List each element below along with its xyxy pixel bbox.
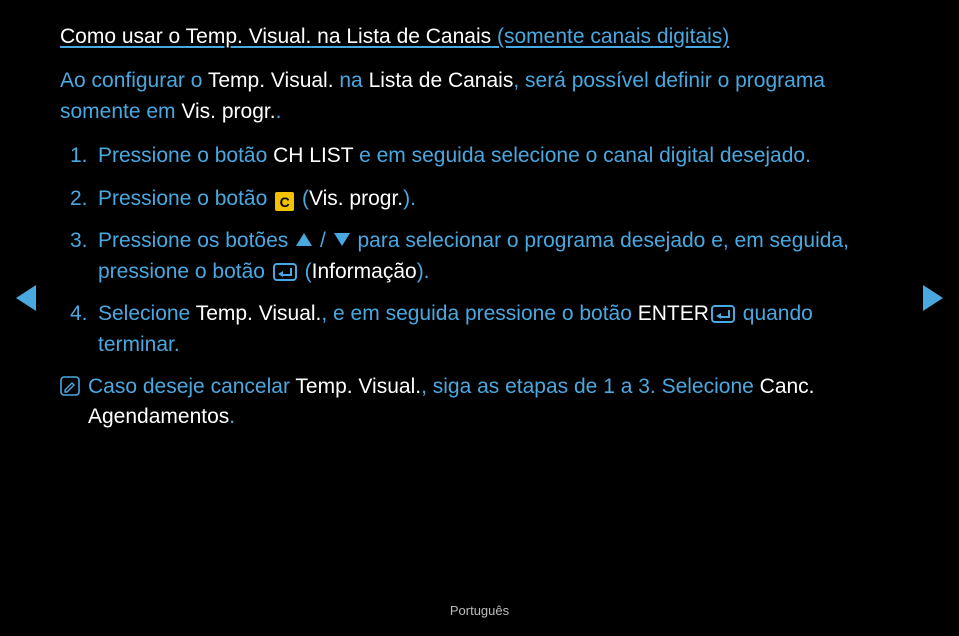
text: Pressione o botão xyxy=(98,187,273,210)
title-text-5: (somente canais digitais) xyxy=(491,25,729,48)
intro-t1: Ao configurar o xyxy=(60,69,208,92)
title-text-4: Lista de Canais xyxy=(346,25,491,48)
slash: / xyxy=(314,229,332,252)
item-body: Pressione os botões / para selecionar o … xyxy=(98,226,899,287)
text-bold: CH LIST xyxy=(273,144,353,167)
text: e em seguida selecione o canal digital d… xyxy=(353,144,811,167)
footer-language-label: Português xyxy=(0,603,959,618)
text: Pressione os botões xyxy=(98,229,294,252)
item-body: Pressione o botão CH LIST e em seguida s… xyxy=(98,141,899,171)
list-item: 4. Selecione Temp. Visual., e em seguida… xyxy=(70,299,899,360)
list-item: 3. Pressione os botões / para selecionar… xyxy=(70,226,899,287)
intro-period: . xyxy=(276,100,282,123)
content-area: Como usar o Temp. Visual. na Lista de Ca… xyxy=(0,0,959,433)
enter-button-icon xyxy=(273,263,297,281)
text: Caso deseje cancelar xyxy=(88,375,295,398)
text-bold: Temp. Visual. xyxy=(196,302,322,325)
text: ( xyxy=(299,260,312,283)
page-title: Como usar o Temp. Visual. na Lista de Ca… xyxy=(60,22,899,52)
text-bold: Vis. progr. xyxy=(309,187,403,210)
text: ( xyxy=(296,187,309,210)
note-body: Caso deseje cancelar Temp. Visual., siga… xyxy=(88,372,899,433)
intro-t4: Lista de Canais xyxy=(369,69,514,92)
text: ). xyxy=(417,260,430,283)
text: , e em seguida pressione o botão xyxy=(321,302,637,325)
yellow-c-button-icon: C xyxy=(275,192,294,211)
intro-t6: Vis. progr. xyxy=(181,100,275,123)
note-paragraph: Caso deseje cancelar Temp. Visual., siga… xyxy=(60,372,899,433)
title-text-3: na xyxy=(311,25,346,48)
nav-prev-arrow-icon[interactable] xyxy=(16,285,36,311)
text: . xyxy=(229,405,235,428)
enter-button-icon xyxy=(711,305,735,323)
list-item: 2. Pressione o botão C (Vis. progr.). xyxy=(70,184,899,214)
intro-paragraph: Ao configurar o Temp. Visual. na Lista d… xyxy=(60,66,899,127)
instruction-list: 1. Pressione o botão CH LIST e em seguid… xyxy=(60,141,899,360)
item-number: 3. xyxy=(70,226,98,287)
title-text-2: Temp. Visual. xyxy=(186,25,312,48)
item-body: Pressione o botão C (Vis. progr.). xyxy=(98,184,899,214)
text: ). xyxy=(403,187,416,210)
manual-page: Como usar o Temp. Visual. na Lista de Ca… xyxy=(0,0,959,636)
down-arrow-icon xyxy=(334,233,350,246)
text-bold: ENTER xyxy=(638,302,709,325)
note-icon xyxy=(60,372,88,433)
item-body: Selecione Temp. Visual., e em seguida pr… xyxy=(98,299,899,360)
list-item: 1. Pressione o botão CH LIST e em seguid… xyxy=(70,141,899,171)
item-number: 4. xyxy=(70,299,98,360)
intro-t2: Temp. Visual. xyxy=(208,69,334,92)
text: Selecione xyxy=(98,302,196,325)
item-number: 1. xyxy=(70,141,98,171)
pencil-note-icon xyxy=(60,376,80,396)
text: Pressione o botão xyxy=(98,144,273,167)
nav-next-arrow-icon[interactable] xyxy=(923,285,943,311)
text-bold: Informação xyxy=(312,260,417,283)
text-bold: Temp. Visual. xyxy=(295,375,421,398)
up-arrow-icon xyxy=(296,233,312,246)
item-number: 2. xyxy=(70,184,98,214)
text: , siga as etapas de 1 a 3. Selecione xyxy=(421,375,760,398)
title-text-1: Como usar o xyxy=(60,25,186,48)
intro-t3: na xyxy=(334,69,369,92)
